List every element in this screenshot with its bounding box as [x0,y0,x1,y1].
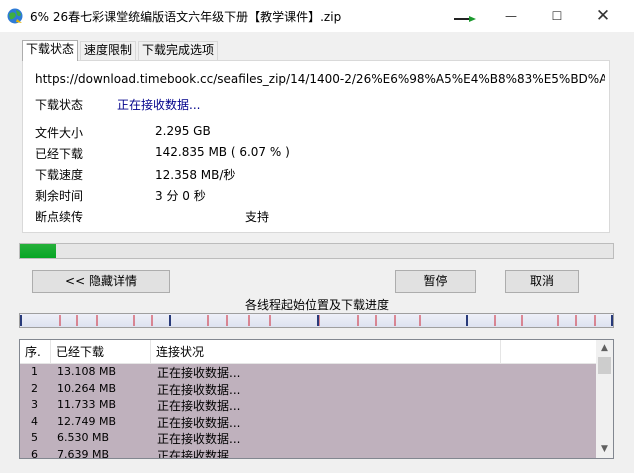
row-status: 正在接收数据... [157,432,241,446]
row-downloaded: 12.749 MB [57,414,117,428]
column-header-downloaded[interactable]: 已经下载 [51,340,151,364]
scroll-thumb[interactable] [598,357,611,374]
scroll-up-icon[interactable]: ▲ [596,340,613,357]
table-row[interactable]: 3 11.733 MB 正在接收数据... [20,397,596,414]
pause-button[interactable]: 暂停 [395,270,476,293]
downloaded-label: 已经下载 [35,147,84,161]
thread-progress-caption: 各线程起始位置及下载进度 [244,298,389,312]
remaining-time-label: 剩余时间 [35,189,84,203]
resume-label: 断点续传 [35,210,84,224]
window-title: 6% 26春七彩课堂统编版语文六年级下册【教学课件】.zip [30,10,342,24]
downloaded-value: 142.835 MB ( 6.07 % ) [155,145,290,159]
download-progress-bar [19,243,614,259]
tab-download-status[interactable]: 下载状态 [22,40,79,61]
column-header-status[interactable]: 连接状况 [151,340,501,364]
resume-value: 支持 [245,210,270,224]
globe-icon [7,8,23,24]
thread-start-marker [317,315,319,326]
status-value: 正在接收数据... [117,98,201,112]
tab-strip: 下载状态 速度限制 下载完成选项 [22,40,220,61]
speed-label: 下载速度 [35,168,84,182]
row-downloaded: 6.530 MB [57,431,110,444]
row-downloaded: 11.733 MB [57,398,117,411]
row-downloaded: 7.639 MB [57,447,110,459]
row-number: 3 [31,398,38,411]
tab-speed-limit[interactable]: 速度限制 [80,41,137,60]
progress-fill [20,244,56,258]
remaining-time-value: 3 分 0 秒 [155,189,206,203]
file-size-label: 文件大小 [35,126,84,140]
row-status: 正在接收数据... [157,399,241,413]
cancel-button[interactable]: 取消 [505,270,579,293]
scroll-down-icon[interactable]: ▼ [596,441,613,458]
minimize-button[interactable]: — [488,0,534,32]
row-number: 6 [31,447,38,459]
status-label: 下载状态 [35,98,84,112]
close-button[interactable]: ✕ [580,0,626,32]
thread-start-marker [169,315,171,326]
hide-details-button[interactable]: << 隐藏详情 [32,270,170,293]
row-status: 正在接收数据... [157,366,241,380]
row-number: 5 [31,431,38,444]
connection-list[interactable]: 序. 已经下载 连接状况 1 13.108 MB 正在接收数据... 2 10.… [19,339,614,459]
thread-start-marker [20,315,22,326]
tab-completion-options[interactable]: 下载完成选项 [138,41,219,60]
row-number: 1 [31,365,38,378]
maximize-button[interactable]: ☐ [534,0,580,32]
row-number: 2 [31,381,38,395]
list-header: 序. 已经下载 连接状况 [20,340,596,364]
thread-markers [20,315,613,326]
file-size-value: 2.295 GB [155,124,211,138]
speed-value: 12.358 MB/秒 [155,168,236,182]
table-row[interactable]: 6 7.639 MB 正在接收数据... [20,446,596,459]
row-downloaded: 10.264 MB [57,381,117,395]
table-row[interactable]: 4 12.749 MB 正在接收数据... [20,413,596,430]
row-number: 4 [31,414,38,428]
row-status: 正在接收数据... [157,382,241,397]
table-row[interactable]: 1 13.108 MB 正在接收数据... [20,364,596,381]
table-row[interactable]: 5 6.530 MB 正在接收数据... [20,430,596,447]
column-header-number[interactable]: 序. [20,340,51,364]
title-bar: 6% 26春七彩课堂统编版语文六年级下册【教学课件】.zip — ☐ ✕ [0,0,634,32]
download-url: https://download.timebook.cc/seafiles_zi… [35,72,605,86]
table-row[interactable]: 2 10.264 MB 正在接收数据... [20,380,596,397]
thread-progress-bar [19,313,614,328]
status-panel: https://download.timebook.cc/seafiles_zi… [22,60,610,233]
row-downloaded: 13.108 MB [57,365,117,378]
row-status: 正在接收数据... [157,448,241,459]
arrow-right-icon [454,16,476,22]
row-status: 正在接收数据... [157,415,241,430]
connection-rows: 1 13.108 MB 正在接收数据... 2 10.264 MB 正在接收数据… [20,364,596,459]
thread-start-marker [466,315,468,326]
vertical-scrollbar[interactable]: ▲ ▼ [596,340,613,458]
thread-start-marker [611,315,613,326]
